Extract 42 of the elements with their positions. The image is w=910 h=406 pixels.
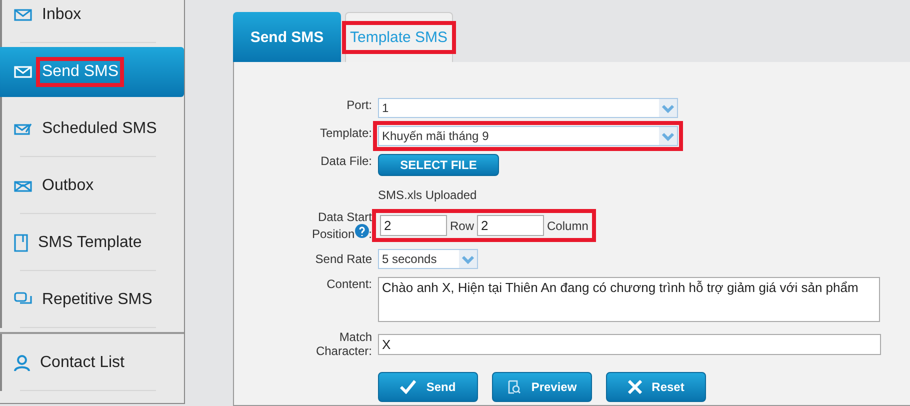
tab[interactable]: Send SMS — [233, 12, 341, 62]
sidebar-item[interactable]: Outbox — [2, 157, 184, 214]
field-label: Template: — [318, 126, 372, 142]
envelope-pen-icon — [14, 122, 32, 136]
send-rate-select[interactable]: 5 seconds — [378, 249, 478, 269]
sidebar-item[interactable]: SMS Template — [2, 214, 184, 271]
port-select[interactable]: 1 — [378, 98, 678, 118]
document-icon — [14, 234, 28, 252]
field-label: : — [368, 227, 372, 241]
sidebar-item[interactable]: Inbox — [2, 0, 184, 43]
upload-status: SMS.xls Uploaded — [378, 188, 478, 202]
field-label: Match — [339, 330, 372, 344]
sidebar-item[interactable]: Send SMS — [0, 47, 184, 97]
send-button[interactable]: Send — [378, 372, 478, 402]
select-file-button[interactable]: SELECT FILE — [378, 154, 499, 176]
reset-button[interactable]: Reset — [606, 372, 706, 402]
field-label: Character: — [316, 344, 372, 358]
field-label: Send Rate — [314, 251, 372, 268]
close-icon — [628, 380, 642, 394]
check-icon — [400, 380, 416, 394]
field-label: Column — [547, 218, 588, 232]
field-label: Position — [312, 227, 355, 241]
sidebar-item[interactable]: Scheduled SMS — [2, 100, 184, 157]
envelope-icon — [14, 178, 32, 192]
envelope-icon — [14, 65, 32, 79]
field-label: Row — [450, 218, 474, 232]
field-label: Data File: — [320, 154, 372, 170]
envelope-icon — [14, 8, 32, 22]
column-field[interactable]: 2 — [477, 215, 544, 236]
user-icon — [14, 354, 30, 372]
content-field[interactable]: Chào anh X, Hiện tại Thiên An đang có chương trình hỗ trợ giảm giá với sản phẩm — [378, 277, 880, 322]
field-label: Port: — [346, 98, 372, 114]
match-character-field[interactable]: X — [378, 334, 881, 354]
field-label: Data Start — [318, 210, 372, 224]
field-label: Content: — [326, 277, 372, 293]
sidebar-item[interactable]: Repetitive SMS — [2, 271, 184, 328]
preview-button[interactable]: Preview — [492, 372, 592, 402]
row-field[interactable]: 2 — [380, 215, 447, 236]
sidebar-item[interactable]: Contact List — [2, 334, 184, 391]
template-select[interactable]: Khuyến mãi tháng 9 — [378, 126, 678, 146]
magnifier-page-icon — [507, 380, 522, 394]
help-icon[interactable] — [354, 224, 369, 238]
